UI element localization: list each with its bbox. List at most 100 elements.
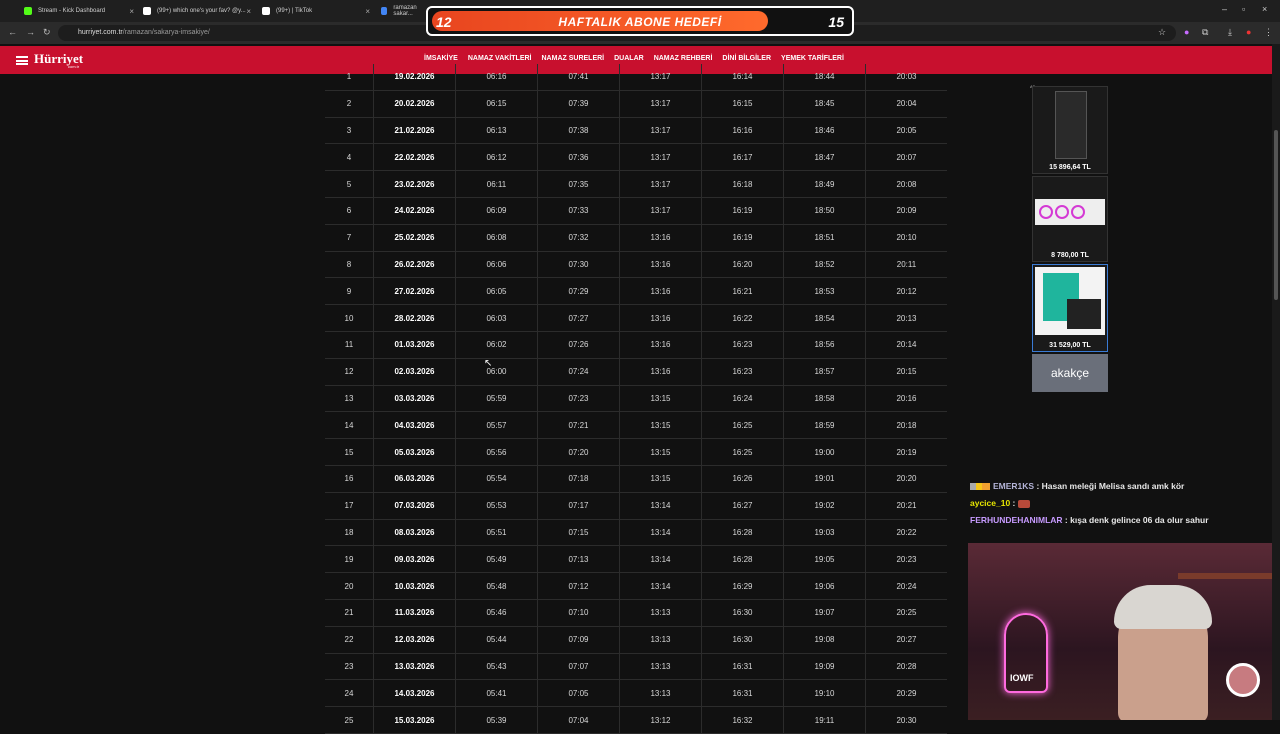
day-number-cell: 2 — [346, 99, 352, 109]
imsak-time-cell: 05:59 — [455, 385, 537, 412]
nav-item[interactable]: DİNİ BİLGİLER — [722, 55, 771, 62]
ikindi-time-cell: 16:22 — [701, 305, 783, 331]
aksam-time-cell: 19:07 — [783, 599, 865, 626]
nav-item[interactable]: NAMAZ SURELERİ — [542, 55, 605, 62]
aksam-time-cell: 18:44 — [783, 64, 865, 90]
date-cell: 09.03.2026 — [373, 546, 455, 573]
maximize-icon[interactable]: ▫ — [1242, 4, 1245, 14]
chat-message: FERHUNDEHANIMLAR : kışa denk gelince 06 … — [970, 515, 1209, 525]
minimize-icon[interactable]: – — [1222, 4, 1227, 14]
stream-chat: EMER1KS : Hasan meleği Melisa sandı amk … — [970, 478, 1270, 529]
menu-kebab-icon[interactable]: ⋮ — [1264, 27, 1273, 38]
date-cell: 20.02.2026 — [373, 90, 455, 117]
nav-item[interactable]: NAMAZ VAKİTLERİ — [468, 55, 532, 62]
ikindi-time-cell: 16:23 — [701, 331, 783, 358]
nav-item[interactable]: İMSAKİYE — [424, 55, 458, 62]
bookmark-star-icon[interactable]: ☆ — [1158, 27, 1166, 38]
browser-tab-active[interactable]: ramazan sakar... — [381, 2, 429, 20]
imsak-time-cell: 05:51 — [455, 519, 537, 546]
imsak-time-cell: 05:49 — [455, 546, 537, 573]
close-window-icon[interactable]: × — [1262, 4, 1267, 14]
hamburger-menu-icon[interactable] — [16, 56, 28, 65]
nav-item[interactable]: NAMAZ REHBERİ — [654, 55, 713, 62]
imsakiye-table: 1 19.02.2026 06:16 07:41 13:17 16:14 18:44 20:0… — [325, 64, 947, 734]
ogle-time-cell: 13:16 — [619, 251, 701, 278]
gunes-time-cell: 07:10 — [537, 599, 619, 626]
close-tab-icon[interactable]: × — [365, 7, 370, 16]
table-row: 17 07.03.2026 05:53 07:17 13:14 16:27 19:02 20:… — [325, 492, 947, 520]
chat-username: EMER1KS — [993, 481, 1035, 491]
profile-avatar-icon[interactable]: ● — [1246, 27, 1251, 37]
extensions-puzzle-icon[interactable]: ⧉ — [1202, 27, 1208, 38]
browser-tab[interactable]: Stream - Kick Dashboard × — [24, 2, 134, 20]
extension-icon[interactable]: ● — [1184, 27, 1189, 37]
close-tab-icon[interactable]: × — [129, 7, 134, 16]
table-row: 11 01.03.2026 06:02 07:26 13:16 16:23 18:56 20:… — [325, 331, 947, 359]
imsak-time-cell: 05:53 — [455, 492, 537, 519]
page-scrollbar[interactable] — [1272, 44, 1280, 720]
gunes-time-cell: 07:04 — [537, 707, 619, 733]
back-icon[interactable]: ← — [8, 27, 17, 37]
table-row: 1 19.02.2026 06:16 07:41 13:17 16:14 18:44 20:0… — [325, 64, 947, 91]
aksam-time-cell: 18:49 — [783, 171, 865, 197]
close-tab-icon[interactable]: × — [246, 7, 251, 16]
graphics-card-image — [1055, 91, 1087, 159]
ad-product-gpu[interactable]: 15 896,64 TL — [1032, 86, 1108, 174]
aksam-time-cell: 19:00 — [783, 439, 865, 465]
power-supply-image — [1035, 267, 1105, 335]
ogle-time-cell: 13:16 — [619, 224, 701, 251]
day-number-cell: 7 — [346, 233, 352, 243]
imsak-time-cell: 05:48 — [455, 573, 537, 599]
gunes-time-cell: 07:33 — [537, 197, 619, 224]
yatsi-time-cell: 20:14 — [865, 331, 947, 358]
download-icon[interactable]: ⤓ — [1228, 27, 1232, 38]
date-cell: 01.03.2026 — [373, 331, 455, 358]
day-number-cell: 24 — [344, 688, 354, 698]
table-row: 18 08.03.2026 05:51 07:15 13:14 16:28 19:03 20:… — [325, 519, 947, 547]
yatsi-time-cell: 20:08 — [865, 171, 947, 197]
date-cell: 02.03.2026 — [373, 358, 455, 385]
day-number-cell: 5 — [346, 179, 352, 189]
ikindi-time-cell: 16:20 — [701, 251, 783, 278]
browser-tab[interactable]: (99+) | TikTok × — [262, 2, 370, 20]
date-cell: 14.03.2026 — [373, 680, 455, 707]
nav-item[interactable]: DUALAR — [614, 55, 644, 62]
ad-product-fans[interactable]: 8 780,00 TL — [1032, 176, 1108, 262]
ad-product-psu[interactable]: 31 529,00 TL — [1032, 264, 1108, 352]
nav-item[interactable]: YEMEK TARİFLERİ — [781, 55, 844, 62]
gunes-time-cell: 07:27 — [537, 305, 619, 331]
aksam-time-cell: 18:51 — [783, 224, 865, 251]
neon-sign-text: IOWF — [1010, 673, 1034, 683]
site-nav: İMSAKİYE NAMAZ VAKİTLERİ NAMAZ SURELERİ … — [424, 55, 844, 62]
imsak-time-cell: 06:05 — [455, 278, 537, 305]
gunes-time-cell: 07:12 — [537, 573, 619, 599]
day-number-cell: 9 — [346, 286, 352, 296]
yatsi-time-cell: 20:29 — [865, 680, 947, 707]
yatsi-time-cell: 20:25 — [865, 599, 947, 626]
shelf — [1178, 573, 1278, 579]
goal-label: HAFTALIK ABONE HEDEFİ — [558, 15, 722, 29]
ikindi-time-cell: 16:28 — [701, 546, 783, 573]
forward-icon[interactable]: → — [26, 27, 35, 37]
akakce-logo[interactable]: akakçe — [1032, 354, 1108, 392]
table-row: 15 05.03.2026 05:56 07:20 13:15 16:25 19:00 20:… — [325, 439, 947, 466]
ikindi-time-cell: 16:26 — [701, 465, 783, 492]
day-number-cell: 6 — [346, 206, 352, 216]
scrollbar-thumb[interactable] — [1274, 130, 1278, 300]
yatsi-time-cell: 20:09 — [865, 197, 947, 224]
google-favicon-icon — [381, 7, 388, 15]
reload-icon[interactable]: ↻ — [43, 27, 51, 38]
ikindi-time-cell: 16:30 — [701, 599, 783, 626]
date-cell: 08.03.2026 — [373, 519, 455, 546]
ikindi-time-cell: 16:21 — [701, 278, 783, 305]
yatsi-time-cell: 20:30 — [865, 707, 947, 733]
table-row: 3 21.02.2026 06:13 07:38 13:17 16:16 18:46 20:0… — [325, 117, 947, 145]
table-row: 13 03.03.2026 05:59 07:23 13:15 16:24 18:58 20:… — [325, 385, 947, 413]
browser-tab[interactable]: (99+) which one's your fav? @y... × — [143, 2, 251, 20]
aksam-time-cell: 19:06 — [783, 573, 865, 599]
ikindi-time-cell: 16:19 — [701, 224, 783, 251]
date-cell: 11.03.2026 — [373, 599, 455, 626]
day-number-cell: 4 — [346, 152, 352, 162]
subscriber-goal-banner: 12 HAFTALIK ABONE HEDEFİ 15 — [426, 6, 854, 36]
date-cell: 07.03.2026 — [373, 492, 455, 519]
